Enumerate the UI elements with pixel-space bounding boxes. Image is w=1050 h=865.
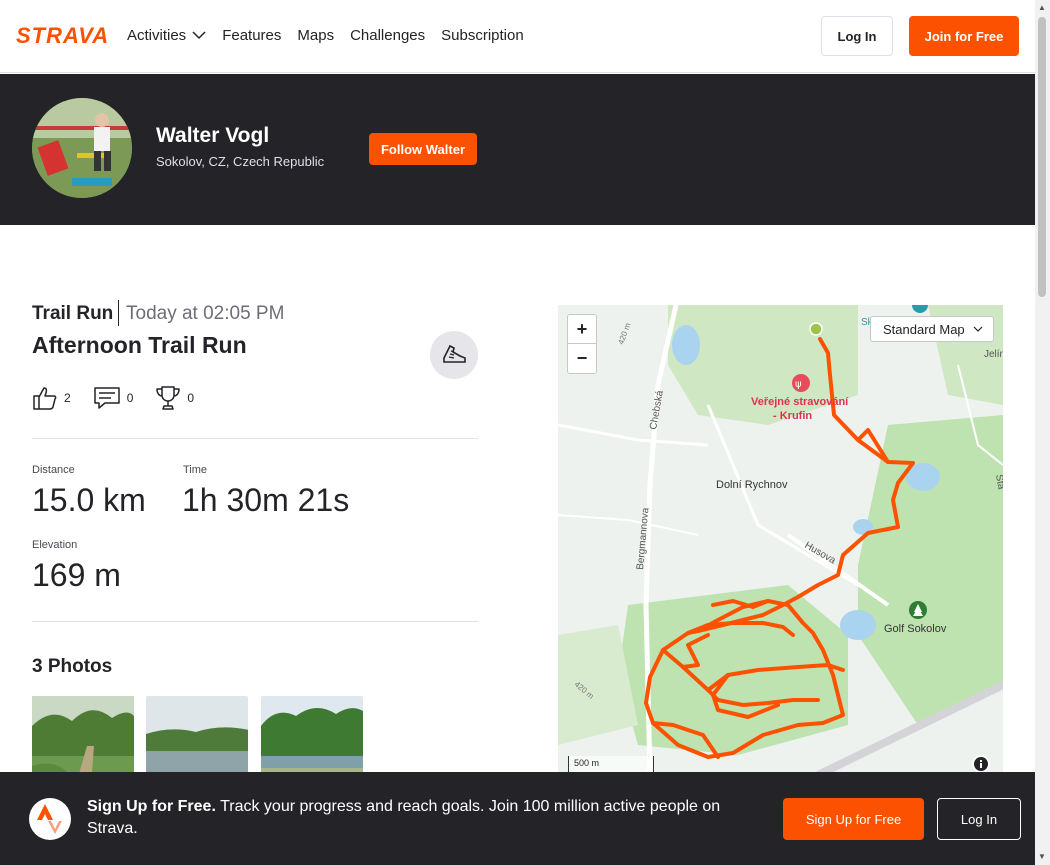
distance-value: 15.0 km	[32, 482, 146, 518]
activity-date: Today at 02:05 PM	[126, 303, 285, 324]
chevron-down-icon	[973, 326, 983, 332]
nav-item-subscription[interactable]: Subscription	[441, 27, 524, 44]
time-value: 1h 30m 21s	[182, 482, 350, 518]
shoe-icon	[443, 344, 466, 363]
signup-login-button[interactable]: Log In	[937, 798, 1021, 840]
page: STRAVA Activities Features Maps Challeng…	[0, 0, 1050, 865]
info-icon	[974, 757, 988, 771]
svg-text:Golf Sokolov: Golf Sokolov	[884, 623, 947, 635]
kudos-count: 2	[64, 391, 71, 405]
nav-item-features[interactable]: Features	[222, 27, 281, 44]
zoom-control: + −	[567, 314, 597, 374]
strava-logo[interactable]: STRAVA	[16, 23, 111, 49]
kudos-button[interactable]: 2	[32, 385, 71, 411]
comment-icon	[93, 387, 120, 409]
nav-item-activities[interactable]: Activities	[127, 27, 206, 44]
map-info-button[interactable]	[972, 755, 990, 773]
svg-text:STRAVA: STRAVA	[16, 26, 109, 44]
nav-links: Activities Features Maps Challenges Subs…	[127, 25, 524, 45]
athlete-banner: Walter Vogl Sokolov, CZ, Czech Republic …	[0, 74, 1035, 225]
activity-title: Afternoon Trail Run	[32, 332, 247, 358]
distance-label: Distance	[32, 464, 75, 476]
nav-item-maps[interactable]: Maps	[297, 27, 334, 44]
svg-text:Veřejné stravování: Veřejné stravování	[751, 396, 849, 408]
svg-text:ψ: ψ	[795, 379, 802, 390]
stats-divider-bottom	[32, 621, 478, 622]
time-label: Time	[183, 464, 208, 476]
elevation-label: Elevation	[32, 539, 78, 551]
svg-text:- Krufin: - Krufin	[773, 410, 812, 422]
top-navigation: STRAVA Activities Features Maps Challeng…	[0, 0, 1035, 73]
social-actions: 2 0 0	[32, 384, 216, 412]
nav-label-activities: Activities	[127, 26, 187, 44]
athlete-name[interactable]: Walter Vogl	[156, 124, 269, 148]
chevron-down-icon	[192, 30, 206, 39]
photos-title: 3 Photos	[32, 656, 113, 677]
elevation-value: 169 m	[32, 557, 121, 593]
strava-app-icon	[29, 798, 71, 840]
gear-shoe-button[interactable]	[430, 331, 478, 379]
login-button[interactable]: Log In	[821, 16, 893, 56]
athlete-avatar[interactable]	[32, 98, 132, 198]
signup-banner: Sign Up for Free. Track your progress an…	[0, 772, 1035, 865]
join-button[interactable]: Join for Free	[909, 16, 1019, 56]
signup-message: Sign Up for Free. Track your progress an…	[87, 796, 747, 840]
map-style-label: Standard Map	[883, 321, 965, 337]
activity-type: Trail Run	[32, 303, 114, 324]
scroll-up-arrow[interactable]: ▲	[1038, 3, 1046, 12]
signup-headline: Sign Up for Free.	[87, 798, 216, 815]
stats-divider-top	[32, 438, 478, 439]
scroll-down-arrow[interactable]: ▼	[1038, 852, 1046, 861]
activity-map[interactable]: ψ Veřejné stravování - Krufin Dolní Rych…	[558, 305, 1003, 775]
achievements-count: 0	[187, 391, 195, 405]
svg-text:Dolní Rychnov: Dolní Rychnov	[716, 479, 788, 491]
trophy-icon	[156, 386, 181, 410]
zoom-out-button[interactable]: −	[568, 344, 596, 373]
follow-button[interactable]: Follow Walter	[369, 133, 477, 165]
scroll-thumb[interactable]	[1038, 17, 1046, 297]
athlete-location: Sokolov, CZ, Czech Republic	[156, 154, 325, 169]
map-canvas: ψ Veřejné stravování - Krufin Dolní Rych…	[558, 305, 1003, 775]
zoom-in-button[interactable]: +	[568, 315, 596, 344]
page-scrollbar[interactable]: ▲ ▼	[1035, 0, 1050, 865]
thumbs-up-icon	[33, 387, 57, 410]
map-style-select[interactable]: Standard Map	[870, 316, 994, 342]
signup-button[interactable]: Sign Up for Free	[783, 798, 924, 840]
comments-count: 0	[126, 391, 134, 405]
svg-text:Jelín: Jelín	[984, 349, 1003, 360]
header-divider	[118, 300, 119, 326]
achievements-button[interactable]: 0	[155, 385, 194, 411]
comments-button[interactable]: 0	[93, 385, 134, 411]
nav-item-challenges[interactable]: Challenges	[350, 27, 425, 44]
